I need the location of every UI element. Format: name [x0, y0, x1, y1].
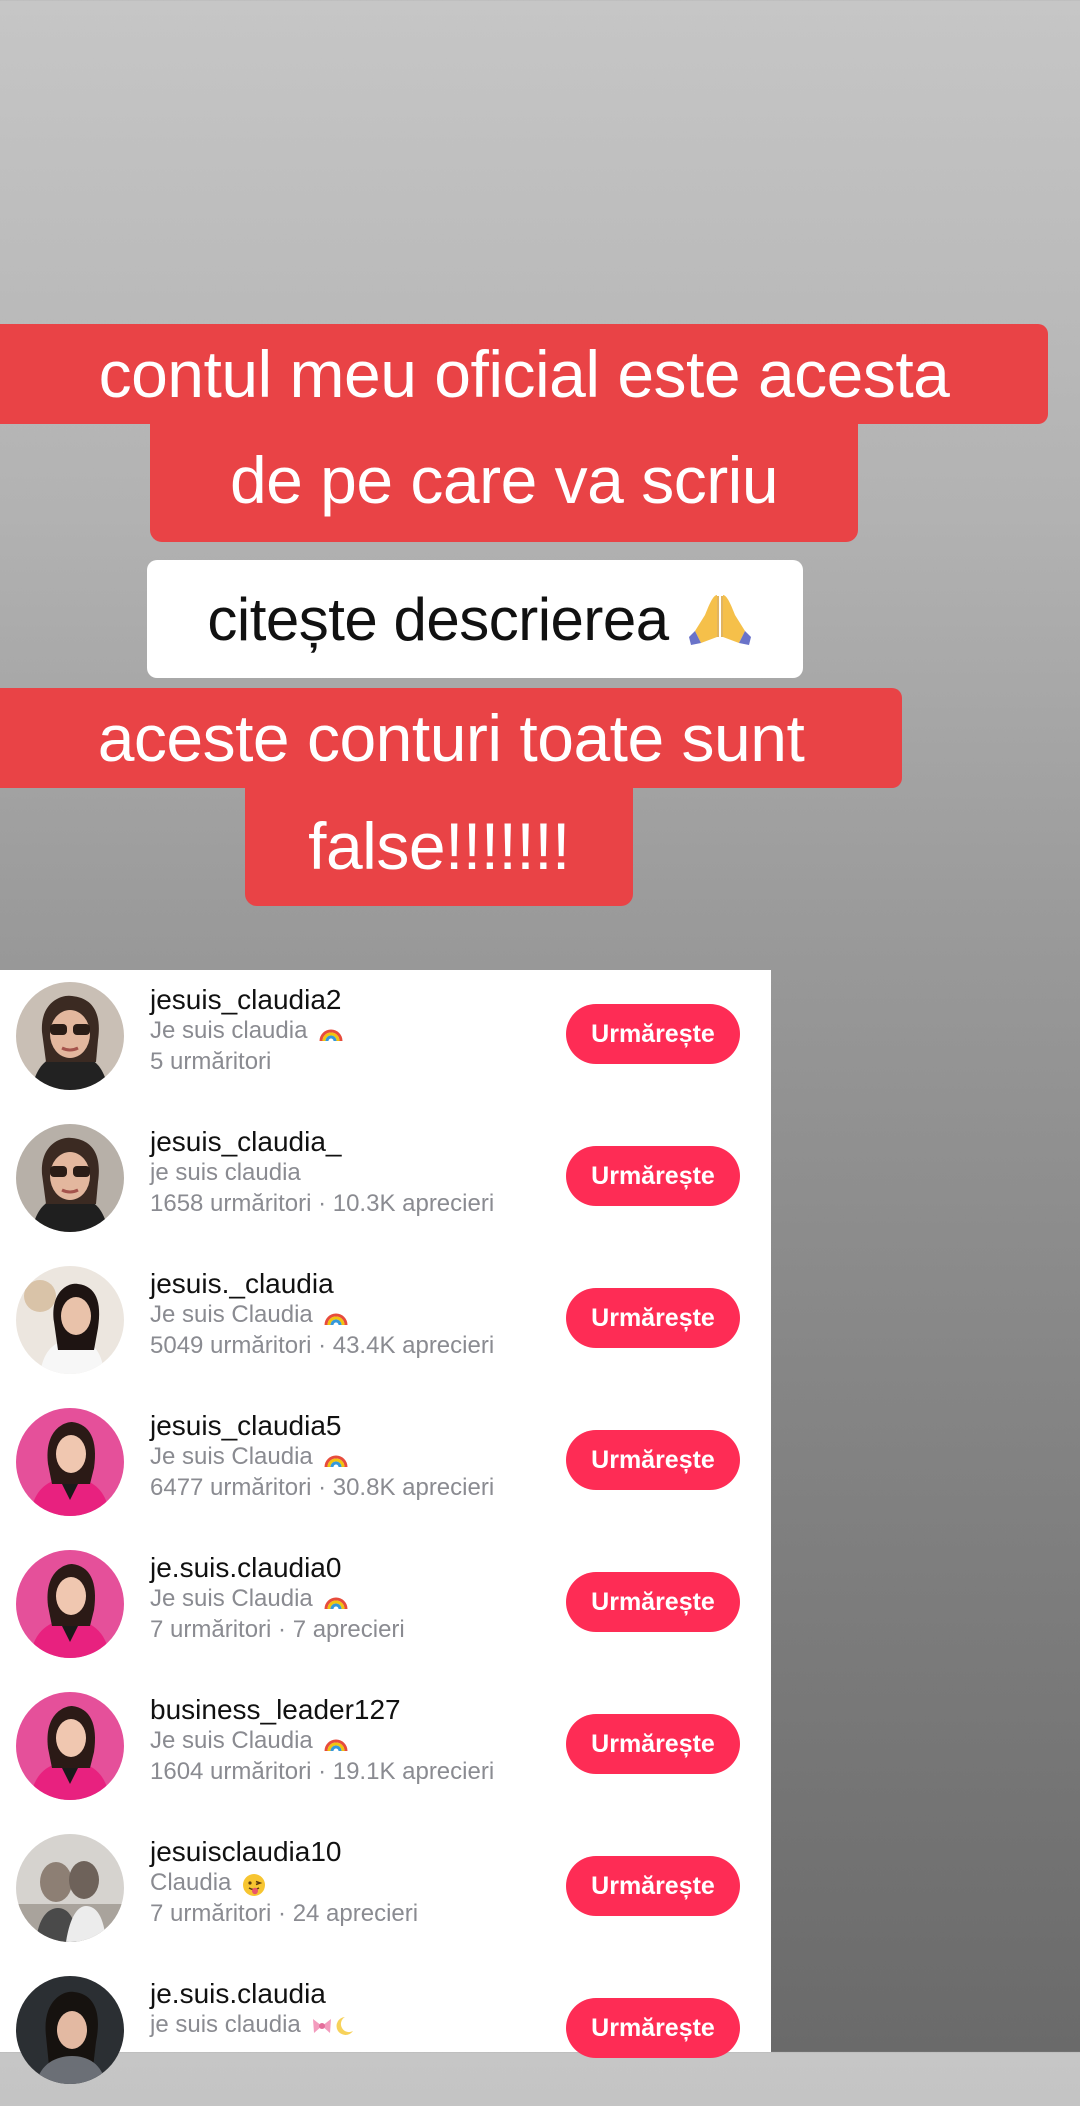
caption-line-4: aceste conturi toate sunt — [0, 688, 902, 788]
username: je.suis.claudia — [150, 1978, 326, 2009]
stats: 1604 urmăritori · 19.1K aprecieri — [150, 1758, 495, 1785]
follow-button[interactable]: Urmărește — [566, 1572, 740, 1632]
nickname-text: je suis claudia — [150, 1159, 301, 1186]
follow-button[interactable]: Urmărește — [566, 1998, 740, 2058]
username: jesuis_claudia2 — [150, 984, 342, 1015]
rainbow-icon — [323, 1589, 349, 1611]
nickname-text: Je suis Claudia — [150, 1301, 313, 1328]
nickname-text: Je suis Claudia — [150, 1727, 313, 1754]
avatar[interactable] — [16, 1550, 124, 1658]
avatar[interactable] — [16, 1266, 124, 1374]
username: jesuis._claudia — [150, 1268, 334, 1299]
list-item[interactable]: je.suis.claudia je suis claudia Urmăreșt… — [0, 1964, 771, 2106]
username: business_leader127 — [150, 1694, 401, 1725]
caption-line-1: contul meu oficial este acesta — [0, 324, 1048, 424]
caption-line-3-text: citește descrierea — [207, 585, 669, 653]
folded-hands-icon — [687, 591, 753, 647]
list-item[interactable]: je.suis.claudia0 Je suis Claudia 7 urmăr… — [0, 1538, 771, 1680]
list-item[interactable]: jesuisclaudia10 Claudia 7 urmăritori · 2… — [0, 1822, 771, 1964]
follow-button[interactable]: Urmărește — [566, 1004, 740, 1064]
nickname-text: Je suis Claudia — [150, 1585, 313, 1612]
rainbow-icon — [323, 1731, 349, 1753]
nickname: Je suis Claudia — [150, 1727, 349, 1755]
avatar[interactable] — [16, 1976, 124, 2084]
nickname: Je suis claudia — [150, 1017, 344, 1045]
stats: 6477 urmăritori · 30.8K aprecieri — [150, 1474, 495, 1501]
rainbow-icon — [318, 1021, 344, 1043]
list-item[interactable]: business_leader127 Je suis Claudia 1604 … — [0, 1680, 771, 1822]
avatar[interactable] — [16, 1692, 124, 1800]
nickname: Claudia — [150, 1869, 268, 1897]
username: jesuis_claudia5 — [150, 1410, 342, 1441]
caption-line-5-text: false!!!!!!! — [308, 809, 570, 883]
rainbow-icon — [323, 1305, 349, 1327]
username: jesuisclaudia10 — [150, 1836, 342, 1867]
nickname-text: je suis claudia — [150, 2011, 301, 2038]
stats: 1658 urmăritori · 10.3K aprecieri — [150, 1190, 495, 1217]
username: jesuis_claudia_ — [150, 1126, 342, 1157]
stats: 7 urmăritori · 7 aprecieri — [150, 1616, 405, 1643]
rainbow-icon — [323, 1447, 349, 1469]
nickname: Je suis Claudia — [150, 1443, 349, 1471]
caption-line-2: de pe care va scriu — [150, 418, 858, 542]
caption-line-1-text: contul meu oficial este acesta — [98, 337, 950, 411]
tongue-face-icon — [242, 1873, 268, 1896]
follow-button[interactable]: Urmărește — [566, 1146, 740, 1206]
caption-line-2-text: de pe care va scriu — [229, 443, 779, 517]
nickname: je suis claudia — [150, 2011, 355, 2039]
stats: 5 urmăritori — [150, 1048, 272, 1075]
avatar[interactable] — [16, 1834, 124, 1942]
follow-button[interactable]: Urmărește — [566, 1856, 740, 1916]
ribbon-moon-icon — [311, 2015, 355, 2037]
nickname: Je suis Claudia — [150, 1585, 349, 1613]
nickname-text: Claudia — [150, 1869, 232, 1896]
list-item[interactable]: jesuis_claudia5 Je suis Claudia 6477 urm… — [0, 1396, 771, 1538]
list-item[interactable]: jesuis_claudia2 Je suis claudia 5 urmări… — [0, 970, 771, 1112]
caption-read-description: citește descrierea — [147, 560, 803, 678]
username: je.suis.claudia0 — [150, 1552, 342, 1583]
follow-button[interactable]: Urmărește — [566, 1714, 740, 1774]
account-search-results: jesuis_claudia2 Je suis claudia 5 urmări… — [0, 970, 771, 2084]
avatar[interactable] — [16, 1124, 124, 1232]
stats: 7 urmăritori · 24 aprecieri — [150, 1900, 419, 1927]
follow-button[interactable]: Urmărește — [566, 1288, 740, 1348]
caption-line-4-text: aceste conturi toate sunt — [97, 701, 805, 775]
list-item[interactable]: jesuis_claudia_ je suis claudia 1658 urm… — [0, 1112, 771, 1254]
nickname: je suis claudia — [150, 1159, 301, 1187]
list-item[interactable]: jesuis._claudia Je suis Claudia 5049 urm… — [0, 1254, 771, 1396]
follow-button[interactable]: Urmărește — [566, 1430, 740, 1490]
avatar[interactable] — [16, 982, 124, 1090]
nickname-text: Je suis claudia — [150, 1017, 308, 1044]
nickname: Je suis Claudia — [150, 1301, 349, 1329]
stats: 5049 urmăritori · 43.4K aprecieri — [150, 1332, 495, 1359]
avatar[interactable] — [16, 1408, 124, 1516]
nickname-text: Je suis Claudia — [150, 1443, 313, 1470]
caption-line-5: false!!!!!!! — [245, 786, 633, 906]
